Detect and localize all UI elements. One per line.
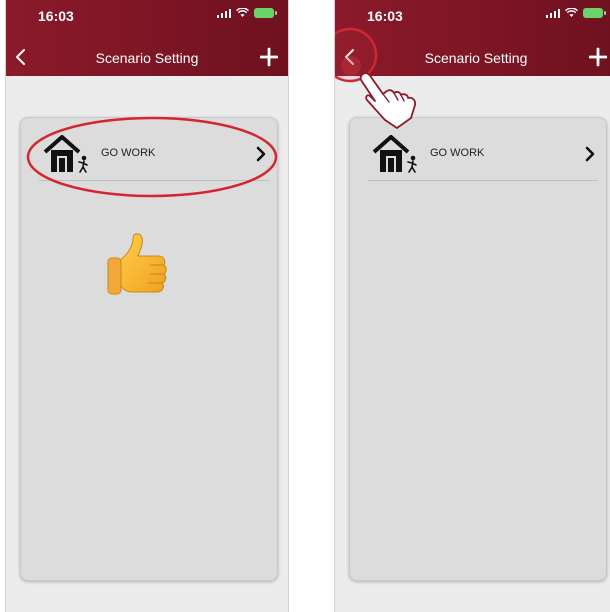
scenario-label: GO WORK: [430, 147, 485, 159]
battery-icon: [583, 8, 606, 18]
page-title: Scenario Setting: [95, 50, 199, 66]
scenario-row-go-work[interactable]: GO WORK: [368, 132, 598, 181]
phone-screen-right: 16:03 Scenario Setting GO WORK: [334, 0, 610, 612]
add-button[interactable]: [260, 46, 278, 68]
status-time: 16:03: [38, 8, 74, 24]
status-time: 16:03: [367, 8, 403, 24]
signal-icon: [546, 8, 560, 18]
add-button[interactable]: [589, 46, 607, 68]
chevron-right-icon: [585, 146, 595, 162]
wifi-icon: [236, 8, 249, 17]
highlight-oval: [26, 116, 278, 198]
thumbs-up-icon: [107, 233, 167, 295]
header-bar: 16:03 Scenario Setting: [6, 0, 288, 76]
signal-icon: [217, 8, 231, 18]
phone-screen-left: 16:03 Scenario Setting GO WORK: [5, 0, 289, 612]
battery-icon: [254, 8, 277, 18]
wifi-icon: [565, 8, 578, 17]
scenario-list-card: GO WORK: [349, 117, 607, 581]
house-person-icon: [372, 135, 417, 173]
status-icons: [546, 8, 606, 18]
pointing-hand-icon: [359, 72, 417, 129]
status-icons: [217, 8, 277, 18]
